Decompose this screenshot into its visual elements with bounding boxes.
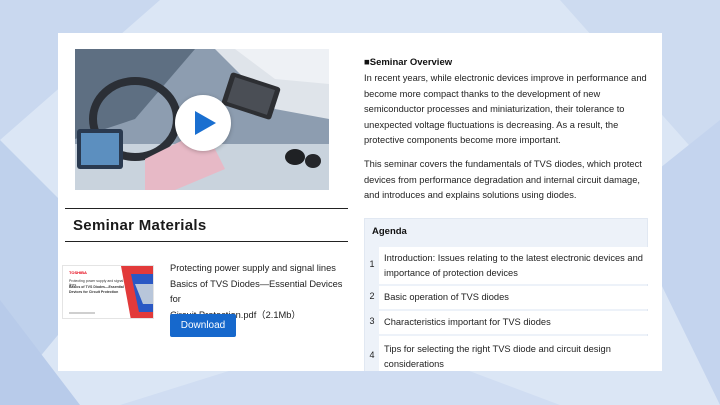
video-player[interactable] (75, 49, 329, 190)
document-thumbnail[interactable]: TOSHIBA Protecting power supply and sign… (62, 265, 154, 319)
agenda-text: Basic operation of TVS diodes (379, 286, 649, 309)
agenda-number: 4 (369, 350, 375, 360)
agenda-row: 1 Introduction: Issues relating to the l… (365, 247, 649, 284)
agenda-text-line: Basic operation of TVS diodes (384, 292, 509, 302)
play-icon (195, 111, 216, 135)
overview-paragraph-1: In recent years, while electronic device… (364, 71, 654, 149)
agenda-text-line: Tips for selecting the right TVS diode a… (384, 344, 611, 354)
overview-title: ■Seminar Overview (364, 57, 453, 68)
agenda-text-line: Introduction: Issues relating to the lat… (384, 253, 643, 263)
overview-p1-line: semiconductor processes and miniaturizat… (364, 104, 625, 115)
agenda-text: Introduction: Issues relating to the lat… (379, 247, 649, 284)
agenda-number: 3 (369, 316, 375, 326)
agenda-row: 4 Tips for selecting the right TVS diode… (365, 336, 649, 371)
agenda-table: Agenda 1 Introduction: Issues relating t… (364, 218, 649, 371)
agenda-text-line: Characteristics important for TVS diodes (384, 317, 551, 327)
thumb-footer-line (69, 312, 95, 314)
overview-p1-line: become more compact thanks to the develo… (364, 88, 601, 99)
overview-paragraph-2: This seminar covers the fundamentals of … (364, 157, 654, 204)
materials-header: Seminar Materials (65, 208, 348, 242)
document-line-2: Basics of TVS Diodes—Essential Devices f… (170, 278, 343, 305)
overview-p2-line: devices from performance degradation and… (364, 174, 640, 185)
overview-p1-line: unexpected voltage fluctuations is decre… (364, 119, 619, 130)
seminar-card: Seminar Materials TOSHIBA Protecting pow… (58, 33, 662, 371)
agenda-title: Agenda (372, 226, 407, 237)
agenda-number: 1 (369, 259, 375, 269)
overview-p1-line: In recent years, while electronic device… (364, 73, 647, 83)
download-button[interactable]: Download (170, 314, 236, 337)
materials-title: Seminar Materials (73, 217, 207, 234)
overview-p2-line: This seminar covers the fundamentals of … (364, 159, 642, 169)
thumb-graphic (121, 266, 153, 318)
agenda-text-line: considerations (384, 359, 444, 370)
agenda-row: 3 Characteristics important for TVS diod… (365, 311, 649, 334)
document-line-1: Protecting power supply and signal lines (170, 263, 336, 273)
agenda-row: 2 Basic operation of TVS diodes (365, 286, 649, 309)
agenda-text: Characteristics important for TVS diodes (379, 311, 649, 334)
overview-p1-line: protective components become more import… (364, 135, 561, 146)
agenda-number: 2 (369, 291, 375, 301)
thumb-brand: TOSHIBA (69, 270, 87, 275)
overview-p2-line: and introduces and explains solutions us… (364, 190, 577, 201)
play-button[interactable] (175, 95, 231, 151)
agenda-text-line: importance of protection devices (384, 268, 518, 279)
agenda-text: Tips for selecting the right TVS diode a… (379, 336, 649, 371)
